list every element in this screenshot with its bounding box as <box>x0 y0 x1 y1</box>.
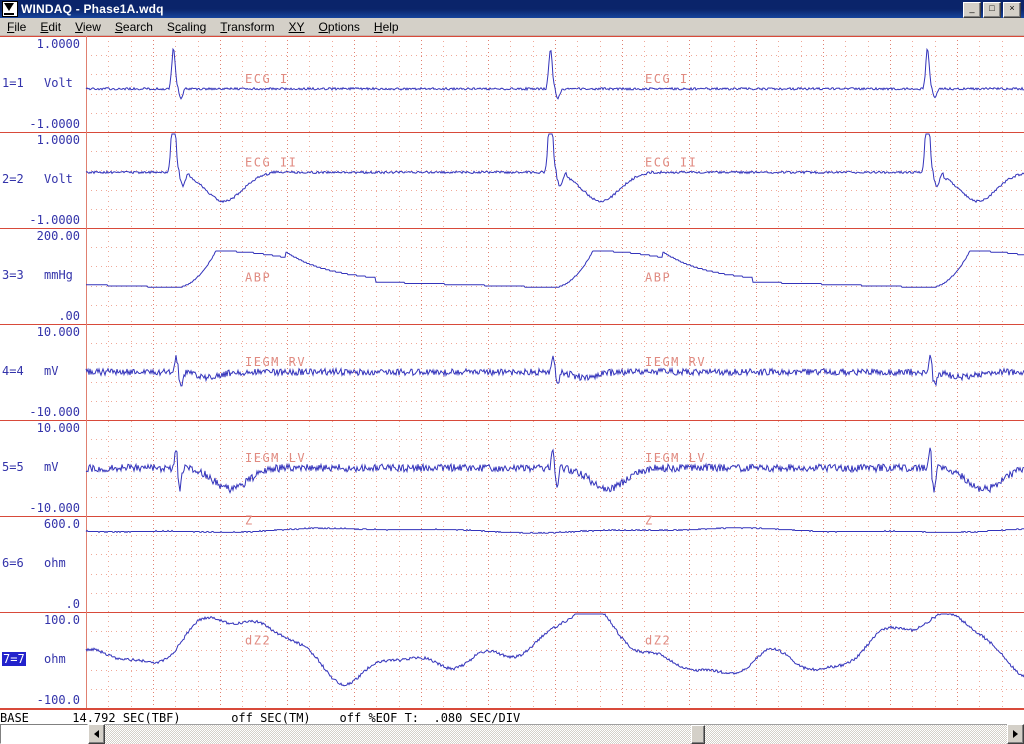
waveform-plot-area[interactable]: ECG I ECG I ECG II ECG II ABP ABP IEGM RV IEGM … <box>0 36 1024 708</box>
menu-edit[interactable]: Edit <box>33 19 68 35</box>
scroll-left-button[interactable] <box>88 724 105 744</box>
minimize-button[interactable]: _ <box>963 2 981 18</box>
channel-annotations: ECG I ECG I ECG II ECG II ABP ABP IEGM RV IEGM … <box>245 72 706 648</box>
channel-2-max-label: 1.0000 <box>36 133 80 147</box>
channel-3-units-label: mmHg <box>44 268 73 282</box>
status-text: BASE 14.792 SEC(TBF) off SEC(TM) off %EO… <box>0 711 521 725</box>
scroll-right-button[interactable] <box>1007 724 1024 744</box>
annotation-6-1: Z <box>645 513 654 527</box>
restore-icon: □ <box>989 3 995 13</box>
channel-1-units-label: Volt <box>44 76 73 90</box>
channel-selector-7[interactable]: 7=7 <box>2 652 26 666</box>
channel-selector-6[interactable]: 6=6 <box>2 556 24 570</box>
channel-selector-1[interactable]: 1=1 <box>2 76 24 90</box>
windaq-window: WINDAQ - Phase1A.wdq _ □ × File Edit Vie… <box>0 0 1024 744</box>
channel-2-units-label: Volt <box>44 172 73 186</box>
scrollbar-left-gap <box>0 724 88 744</box>
title-bar: WINDAQ - Phase1A.wdq _ □ × <box>0 0 1024 18</box>
channel-7-units-label: ohm <box>44 652 66 666</box>
window-controls: _ □ × <box>963 2 1021 18</box>
trace-channel-5 <box>85 447 1024 495</box>
channel-4-max-label: 10.000 <box>36 325 80 339</box>
channel-3-min-label: .00 <box>58 309 80 323</box>
window-title: WINDAQ - Phase1A.wdq <box>21 2 164 16</box>
channel-6-max-label: 600.0 <box>43 517 80 531</box>
annotation-7-1: dZ2 <box>645 633 671 647</box>
annotation-2-1: ECG II <box>645 155 697 169</box>
menu-file[interactable]: File <box>0 19 33 35</box>
channel-7-min-label: -100.0 <box>36 693 80 707</box>
annotation-5-1: IEGM LV <box>645 451 706 465</box>
close-button[interactable]: × <box>1003 2 1021 18</box>
channel-selector-3[interactable]: 3=3 <box>2 268 24 282</box>
channel-5-min-label: -10.000 <box>29 501 80 515</box>
channel-5-max-label: 10.000 <box>36 421 80 435</box>
channel-4-units-label: mV <box>44 364 59 378</box>
restore-button[interactable]: □ <box>983 2 1001 18</box>
annotation-1-0: ECG I <box>245 72 289 86</box>
waveform-canvas[interactable]: ECG I ECG I ECG II ECG II ABP ABP IEGM RV IEGM … <box>0 36 1024 708</box>
left-arrow-icon <box>94 730 99 738</box>
channel-4-min-label: -10.000 <box>29 405 80 419</box>
annotation-6-0: Z <box>245 513 254 527</box>
scrollbar-thumb[interactable] <box>691 725 705 744</box>
menu-scaling[interactable]: Scaling <box>160 19 213 35</box>
channel-6-units-label: ohm <box>44 556 66 570</box>
annotation-2-0: ECG II <box>245 155 297 169</box>
channel-selector-4[interactable]: 4=4 <box>2 364 24 378</box>
right-arrow-icon <box>1013 730 1018 738</box>
channel-7-max-label: 100.0 <box>43 613 80 627</box>
annotation-4-0: IEGM RV <box>245 355 306 369</box>
close-icon: × <box>1009 3 1015 13</box>
trace-channel-4 <box>85 354 1024 387</box>
channel-selector-2[interactable]: 2=2 <box>2 172 24 186</box>
channel-1-min-label: -1.0000 <box>29 117 80 131</box>
annotation-5-0: IEGM LV <box>245 451 306 465</box>
channel-3-max-label: 200.00 <box>36 229 80 243</box>
annotation-3-1: ABP <box>645 271 671 285</box>
menu-transform[interactable]: Transform <box>213 19 281 35</box>
annotation-7-0: dZ2 <box>245 633 271 647</box>
windaq-app-icon <box>2 1 18 17</box>
menu-xy[interactable]: XY <box>282 19 312 35</box>
channel-selector-5[interactable]: 5=5 <box>2 460 24 474</box>
horizontal-scrollbar[interactable] <box>0 724 1024 744</box>
annotation-4-1: IEGM RV <box>645 355 706 369</box>
annotation-3-0: ABP <box>245 271 271 285</box>
menu-help[interactable]: Help <box>367 19 406 35</box>
menu-view[interactable]: View <box>68 19 108 35</box>
minimize-icon: _ <box>969 3 975 13</box>
channel-6-min-label: .0 <box>65 597 80 611</box>
annotation-1-1: ECG I <box>645 72 689 86</box>
channel-1-max-label: 1.0000 <box>36 37 80 51</box>
menu-bar: File Edit View Search Scaling Transform … <box>0 18 1024 36</box>
menu-search[interactable]: Search <box>108 19 160 35</box>
channel-5-units-label: mV <box>44 460 59 474</box>
menu-options[interactable]: Options <box>312 19 367 35</box>
channel-2-min-label: -1.0000 <box>29 213 80 227</box>
scrollbar-track[interactable] <box>105 724 1007 744</box>
